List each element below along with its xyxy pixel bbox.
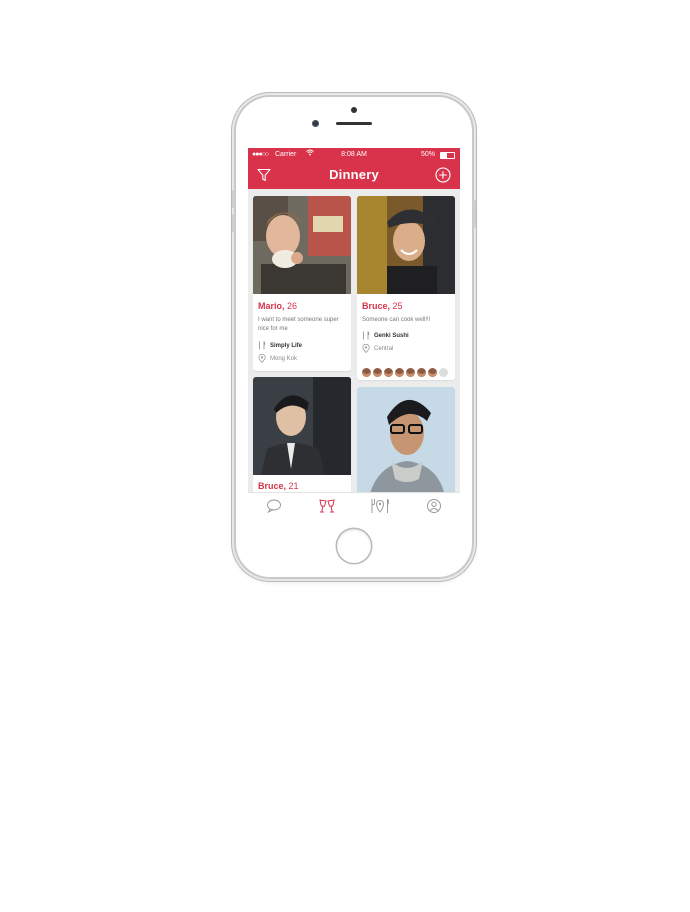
tab-bar bbox=[248, 492, 460, 518]
battery-icon bbox=[440, 152, 455, 159]
avatar bbox=[384, 368, 393, 377]
profile-bio: I want to meet someone super nice for me bbox=[258, 317, 339, 332]
location-name: Central bbox=[374, 346, 394, 353]
profile-bio: Someone can cook well!!! bbox=[362, 317, 431, 323]
status-bar: ●●●○○ Carrier 8:08 AM 50% bbox=[248, 148, 460, 161]
add-icon[interactable] bbox=[435, 167, 451, 183]
interested-avatars[interactable] bbox=[362, 368, 448, 377]
location-row: Central bbox=[362, 343, 394, 354]
location-pin-icon bbox=[258, 353, 266, 364]
profile-name: Bruce, 21 bbox=[258, 481, 299, 491]
restaurant-row: Genki Sushi bbox=[362, 331, 409, 340]
chat-icon[interactable] bbox=[266, 498, 282, 514]
profile-card[interactable]: Bruce, 25 Someone can cook well!!! Genki… bbox=[357, 196, 455, 380]
restaurant-map-icon[interactable] bbox=[370, 498, 389, 514]
volume-down-button bbox=[232, 214, 235, 232]
profile-name: Bruce, 25 bbox=[362, 301, 403, 311]
avatar bbox=[406, 368, 415, 377]
profile-photo bbox=[357, 387, 455, 492]
profile-grid: Mario, 26 I want to meet someone super n… bbox=[248, 189, 460, 492]
battery-percent: 50% bbox=[421, 151, 436, 158]
app-screen: ●●●○○ Carrier 8:08 AM 50% Dinnery Mario,… bbox=[248, 148, 460, 518]
restaurant-name: Simply Life bbox=[270, 343, 303, 350]
nav-bar: Dinnery bbox=[248, 161, 460, 189]
avatar bbox=[395, 368, 404, 377]
avatar bbox=[428, 368, 437, 377]
earpiece-speaker bbox=[336, 122, 372, 125]
avatar bbox=[362, 368, 371, 377]
power-button bbox=[473, 200, 476, 228]
profile-card[interactable]: Bruce, 21 bbox=[253, 377, 351, 492]
profile-photo bbox=[357, 196, 455, 294]
home-button[interactable] bbox=[337, 529, 371, 563]
avatar bbox=[373, 368, 382, 377]
front-camera bbox=[312, 120, 319, 127]
location-name: Mong Kok bbox=[270, 356, 298, 363]
restaurant-name: Genki Sushi bbox=[374, 333, 409, 340]
page-title: Dinnery bbox=[329, 167, 379, 182]
avatar bbox=[417, 368, 426, 377]
profile-name: Mario, 26 bbox=[258, 301, 298, 311]
location-pin-icon bbox=[362, 343, 370, 354]
proximity-sensor bbox=[351, 107, 357, 113]
cutlery-icon bbox=[258, 341, 266, 350]
cheers-icon[interactable] bbox=[318, 498, 335, 514]
profile-card[interactable] bbox=[357, 387, 455, 492]
profile-icon[interactable] bbox=[426, 498, 442, 514]
restaurant-row: Simply Life bbox=[258, 341, 302, 350]
cutlery-icon bbox=[362, 331, 370, 340]
volume-up-button bbox=[232, 190, 235, 208]
more-avatars-icon bbox=[439, 368, 448, 377]
profile-photo bbox=[253, 377, 351, 475]
profile-card[interactable]: Mario, 26 I want to meet someone super n… bbox=[253, 196, 351, 371]
profile-photo bbox=[253, 196, 351, 294]
location-row: Mong Kok bbox=[258, 353, 298, 364]
